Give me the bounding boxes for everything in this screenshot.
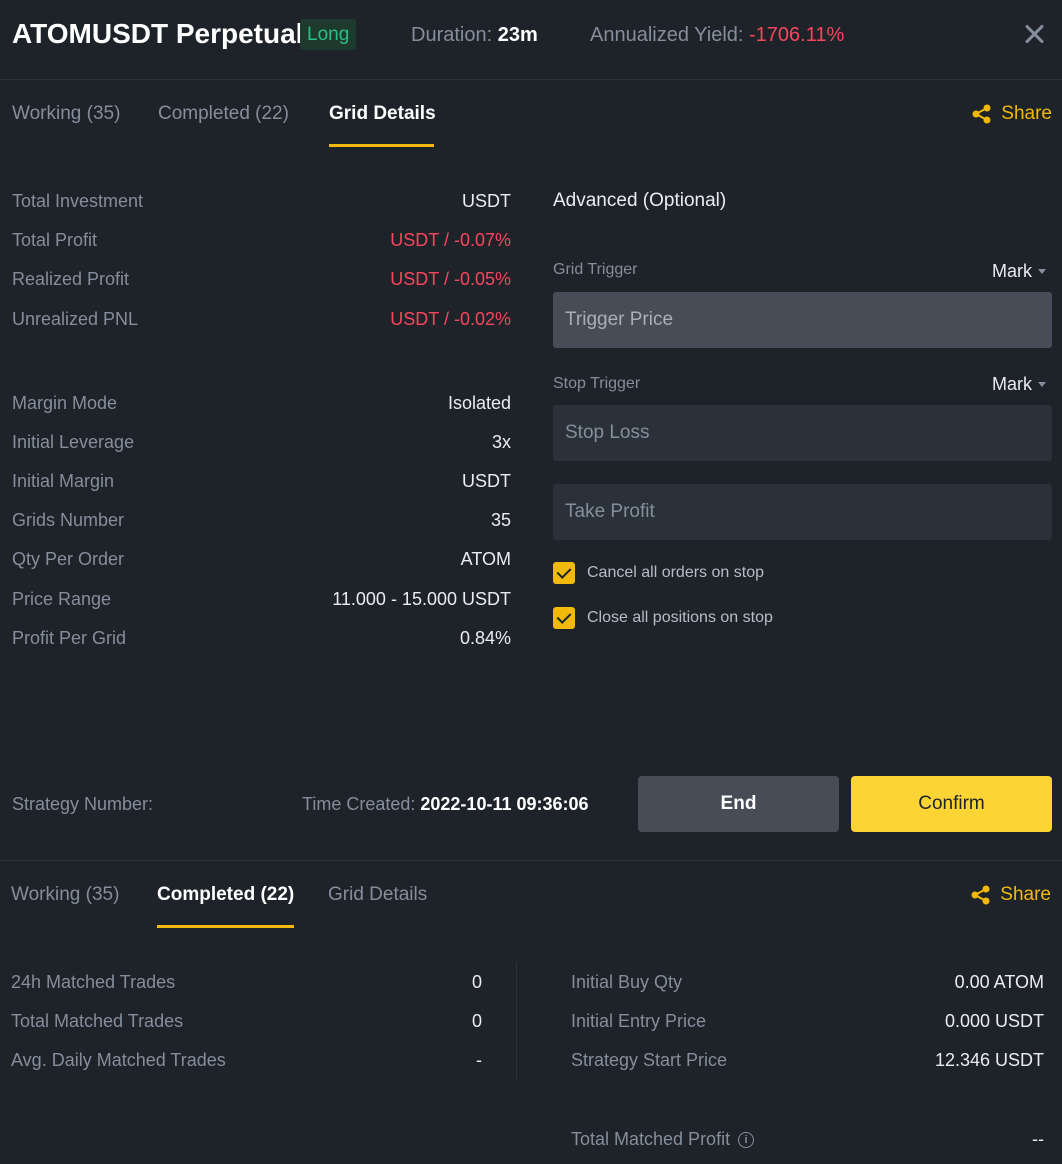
tab-working[interactable]: Working (35) (12, 102, 120, 126)
stat-label: Initial Entry Price (571, 1011, 707, 1031)
detail-value: 11.000 - 15.000 USDT (332, 589, 511, 609)
trigger-price-input[interactable] (553, 292, 1052, 348)
close-positions-checkbox[interactable] (553, 607, 575, 629)
page-title: ATOMUSDT Perpetual (12, 18, 304, 49)
detail-label: Total Profit (12, 230, 98, 250)
position-side-badge: Long (300, 19, 357, 50)
close-icon[interactable] (1022, 22, 1046, 46)
detail-value: 0.84% (459, 628, 511, 648)
detail-value: USDT (462, 191, 511, 211)
advanced-section-title: Advanced (Optional) (553, 190, 727, 211)
stop-trigger-label: Stop Trigger (553, 375, 641, 392)
duration-label: Duration: (411, 24, 493, 46)
share-button[interactable]: Share (970, 883, 1051, 907)
strategy-number-label: Strategy Number: (12, 794, 154, 814)
chevron-down-icon (1038, 269, 1046, 274)
annualized-yield-label: Annualized Yield: (590, 24, 744, 46)
tab-working[interactable]: Working (35) (11, 883, 119, 907)
stop-trigger-mode-select[interactable]: Mark (992, 374, 1046, 395)
time-created-value: 2022-10-11 09:36:06 (420, 794, 589, 814)
total-matched-profit-label: Total Matched Profit (571, 1129, 731, 1149)
detail-value: ATOM (460, 549, 511, 569)
detail-label: Total Investment (12, 191, 144, 211)
total-matched-profit-value: -- (1032, 1129, 1044, 1149)
tab-completed[interactable]: Completed (22) (158, 102, 289, 126)
duration-value: 23m (497, 24, 538, 46)
grid-trigger-mode-value: Mark (992, 261, 1032, 281)
detail-value: USDT / -0.02% (390, 309, 511, 329)
detail-label: Margin Mode (12, 393, 118, 413)
header-divider (0, 79, 1062, 80)
detail-label: Initial Margin (12, 471, 115, 491)
stop-loss-input[interactable] (553, 405, 1052, 461)
section-divider (0, 860, 1062, 861)
time-created: Time Created: 2022-10-11 09:36:06 (302, 793, 589, 815)
detail-value: 35 (490, 510, 511, 530)
detail-label: Price Range (12, 589, 112, 609)
share-icon (971, 885, 990, 905)
detail-label: Unrealized PNL (12, 309, 139, 329)
detail-value: USDT / -0.07% (390, 230, 511, 250)
stat-value: 0.00 ATOM (954, 972, 1044, 992)
annualized-yield-value: -1706.11% (749, 24, 845, 46)
info-icon[interactable]: i (738, 1132, 755, 1149)
share-label: Share (1000, 884, 1051, 905)
stat-value: 12.346 USDT (934, 1050, 1044, 1070)
close-positions-label: Close all positions on stop (587, 609, 773, 626)
detail-value: USDT (462, 471, 511, 491)
share-label: Share (1001, 103, 1052, 124)
stat-label: Total Matched Trades (11, 1011, 184, 1031)
duration-stat: Duration: 23m (411, 22, 538, 48)
detail-value: Isolated (447, 393, 511, 413)
confirm-button[interactable]: Confirm (851, 776, 1052, 832)
tab-completed[interactable]: Completed (22) (157, 883, 294, 907)
total-matched-profit: Total Matched Profit i (571, 1128, 755, 1150)
tab-grid-details[interactable]: Grid Details (329, 102, 436, 126)
detail-label: Qty Per Order (12, 549, 125, 569)
column-divider (516, 962, 517, 1080)
detail-value: USDT / -0.05% (390, 269, 511, 289)
take-profit-input[interactable] (553, 484, 1052, 540)
cancel-orders-label: Cancel all orders on stop (587, 564, 764, 581)
cancel-orders-checkbox[interactable] (553, 562, 575, 584)
detail-label: Grids Number (12, 510, 125, 530)
share-icon (972, 104, 991, 124)
detail-label: Profit Per Grid (12, 628, 127, 648)
detail-label: Realized Profit (12, 269, 130, 289)
tab-grid-details[interactable]: Grid Details (328, 883, 427, 907)
chevron-down-icon (1038, 382, 1046, 387)
stat-value: 0 (471, 1011, 482, 1031)
end-button[interactable]: End (638, 776, 839, 832)
grid-trigger-label: Grid Trigger (553, 261, 638, 278)
stat-label: Initial Buy Qty (571, 972, 683, 992)
stop-trigger-mode-value: Mark (992, 374, 1032, 394)
detail-label: Initial Leverage (12, 432, 135, 452)
stat-label: 24h Matched Trades (11, 972, 176, 992)
stat-label: Strategy Start Price (571, 1050, 728, 1070)
active-tab-indicator (329, 144, 434, 147)
grid-trigger-mode-select[interactable]: Mark (992, 261, 1046, 282)
active-tab-indicator (157, 925, 294, 928)
detail-value: 3x (491, 432, 511, 452)
stat-value: 0 (471, 972, 482, 992)
time-created-label: Time Created: (302, 794, 416, 814)
annualized-yield-stat: Annualized Yield: -1706.11% (590, 22, 844, 48)
stat-label: Avg. Daily Matched Trades (11, 1050, 226, 1070)
share-button[interactable]: Share (971, 102, 1052, 126)
stat-value: 0.000 USDT (944, 1011, 1044, 1031)
stat-value: - (476, 1050, 482, 1070)
